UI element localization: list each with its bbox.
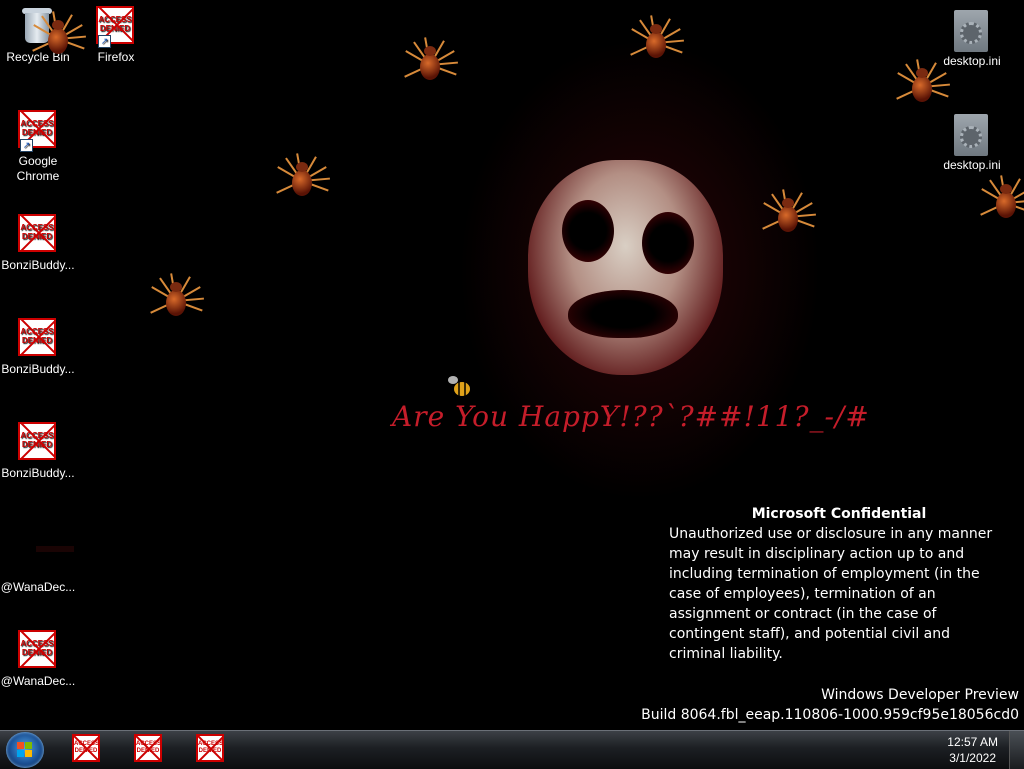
desktop-icon-bonzibuddy[interactable]: ACCESS DENIED BonziBuddy... — [0, 318, 76, 377]
settings-file-icon — [952, 10, 992, 52]
desktop-icon-label: BonziBuddy... — [1, 258, 75, 272]
desktop-icon-label: Google Chrome — [16, 154, 60, 183]
desktop[interactable]: Are You HappY!??`?##!11?_-/# Recycle Bin… — [0, 0, 1024, 730]
confidential-watermark: Microsoft Confidential Unauthorized use … — [669, 504, 1009, 664]
taskbar-pinned-app[interactable]: ACCESS DENIED — [196, 734, 224, 762]
face-mouth — [568, 290, 678, 338]
build-string: Build 8064.fbl_eeap.110806-1000.959cf95e… — [641, 707, 1019, 723]
desktop-icon-bonzibuddy[interactable]: ACCESS DENIED BonziBuddy... — [0, 214, 76, 273]
confidential-body: Unauthorized use or disclosure in any ma… — [669, 526, 993, 662]
spider-sprite-icon — [762, 189, 816, 244]
desktop-icon-label: @WanaDec... — [0, 580, 76, 594]
bee-sprite-icon — [446, 374, 472, 398]
wallpaper-text: Are You HappY!??`?##!11?_-/# — [392, 400, 870, 433]
face-eye — [562, 200, 614, 262]
taskbar-pinned-app[interactable]: ACCESS DENIED — [72, 734, 100, 762]
taskbar-clock[interactable]: 12:57 AM 3/1/2022 — [947, 734, 998, 766]
spider-sprite-icon — [276, 153, 330, 208]
taskbar-pinned-app[interactable]: ACCESS DENIED — [134, 734, 162, 762]
desktop-icon-label: Firefox — [97, 50, 135, 64]
desktop-icon-label: desktop.ini — [943, 158, 1001, 172]
face-eye — [642, 212, 694, 274]
access-denied-icon: ACCESS DENIED — [18, 422, 58, 462]
spider-sprite-icon — [896, 59, 950, 114]
clock-time: 12:57 AM — [947, 735, 998, 749]
access-denied-icon: ACCESS DENIED — [18, 630, 58, 670]
access-denied-icon: ACCESS DENIED — [18, 318, 58, 358]
blank-icon — [18, 526, 74, 566]
desktop-icon-bonzibuddy[interactable]: ACCESS DENIED BonziBuddy... — [0, 422, 76, 481]
desktop-icon-desktop-ini[interactable]: desktop.ini — [934, 10, 1010, 69]
desktop-icon-label: @WanaDec... — [0, 674, 76, 688]
spider-sprite-icon — [404, 37, 458, 92]
access-denied-icon: ACCESS DENIED — [134, 734, 162, 762]
desktop-icon-google-chrome[interactable]: ACCESS DENIED ↗ Google Chrome — [0, 110, 76, 184]
desktop-icon-wanadecryptor[interactable]: ACCESS DENIED @WanaDec... — [0, 630, 76, 689]
clock-date: 3/1/2022 — [949, 751, 996, 765]
spider-sprite-icon — [150, 273, 204, 328]
desktop-icon-wanadecryptor[interactable]: @WanaDec... — [0, 526, 76, 595]
windows-logo-icon — [17, 742, 33, 758]
shortcut-arrow-icon: ↗ — [20, 139, 33, 152]
start-button[interactable] — [6, 732, 44, 768]
access-denied-icon: ACCESS DENIED — [196, 734, 224, 762]
confidential-title: Microsoft Confidential — [751, 506, 927, 522]
access-denied-icon: ACCESS DENIED — [18, 214, 58, 254]
wallpaper-face-image — [528, 160, 723, 375]
desktop-icon-desktop-ini[interactable]: desktop.ini — [934, 114, 1010, 173]
settings-file-icon — [952, 114, 992, 156]
spider-sprite-icon — [980, 175, 1024, 230]
build-watermark: Windows Developer Preview Build 8064.fbl… — [641, 685, 1019, 725]
access-denied-icon: ACCESS DENIED ↗ — [18, 110, 58, 152]
desktop-icon-label: BonziBuddy... — [1, 362, 75, 376]
windows-edition: Windows Developer Preview — [821, 687, 1019, 703]
access-denied-icon: ACCESS DENIED — [72, 734, 100, 762]
spider-sprite-icon — [630, 15, 684, 70]
desktop-icon-firefox[interactable]: ACCESS DENIED ↗ Firefox — [78, 6, 154, 65]
show-desktop-button[interactable] — [1009, 731, 1024, 769]
shortcut-arrow-icon: ↗ — [98, 35, 111, 48]
access-denied-icon: ACCESS DENIED ↗ — [96, 6, 136, 48]
desktop-icon-label: BonziBuddy... — [1, 466, 75, 480]
taskbar: ACCESS DENIED ACCESS DENIED ACCESS DENIE… — [0, 730, 1024, 769]
spider-sprite-icon — [32, 11, 86, 66]
